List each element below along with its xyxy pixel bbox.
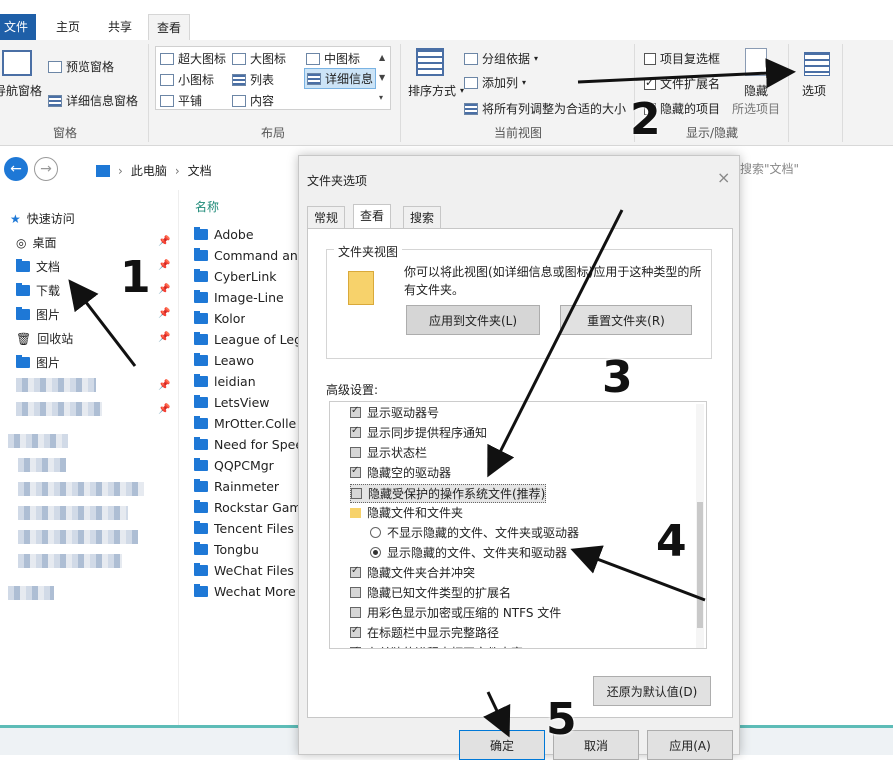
annotation-number-2: 2 [630, 94, 661, 145]
arrow-3 [487, 209, 624, 478]
arrow-2 [577, 58, 796, 89]
annotation-number-5: 5 [546, 694, 577, 745]
annotation-number-3: 3 [602, 352, 633, 403]
arrow-5 [483, 691, 511, 738]
annotation-arrows [68, 58, 796, 738]
annotation-number-1: 1 [120, 252, 151, 303]
annotation-number-4: 4 [656, 516, 687, 567]
